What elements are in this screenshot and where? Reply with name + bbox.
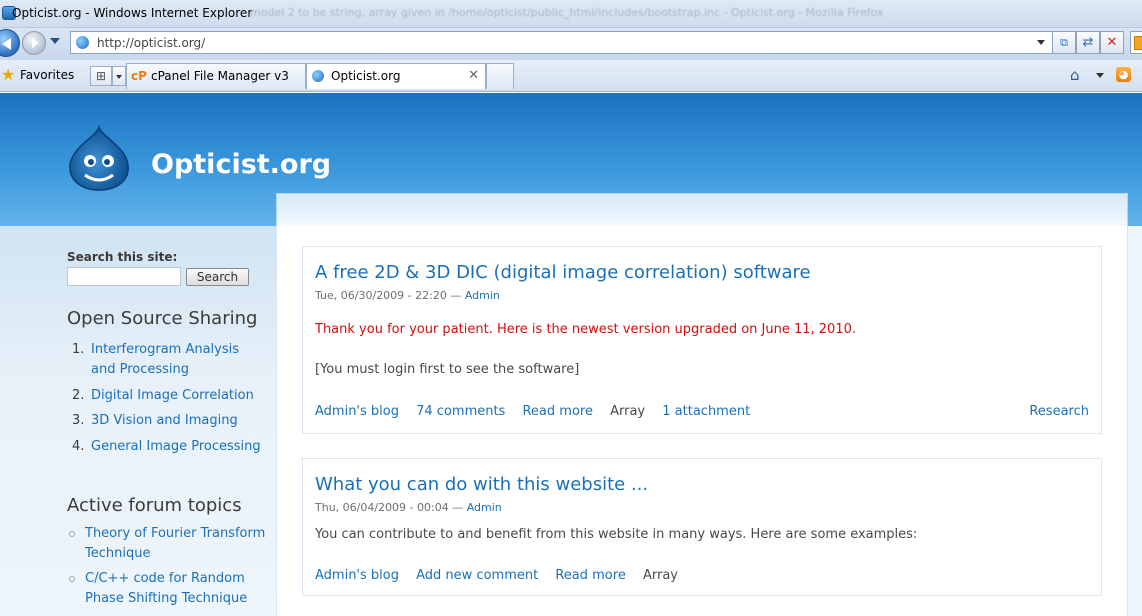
forum-link-phase-shifting[interactable]: C/C++ code for Random Phase Shifting Tec… xyxy=(85,569,267,609)
site-name[interactable]: Opticist.org xyxy=(151,149,331,180)
tab-cpanel[interactable]: cP cPanel File Manager v3 xyxy=(126,63,306,89)
address-url[interactable]: http://opticist.org/ xyxy=(97,36,205,50)
home-dropdown-icon[interactable] xyxy=(1096,73,1104,78)
blog-link[interactable]: Admin's blog xyxy=(315,404,399,419)
compatibility-view-button[interactable]: ⧉ xyxy=(1052,31,1076,54)
node-links: Admin's blog Add new comment Read more A… xyxy=(315,568,691,583)
list-number: 1. xyxy=(72,342,85,357)
node-meta: Thu, 06/04/2009 - 00:04 — Admin xyxy=(315,501,502,514)
sidebar-link-image-processing[interactable]: General Image Processing xyxy=(91,437,267,457)
favorites-label: Favorites xyxy=(20,68,75,82)
tab-list-button[interactable] xyxy=(112,66,126,86)
read-more-link[interactable]: Read more xyxy=(522,404,592,419)
sidebar-link-interferogram[interactable]: Interferogram Analysis and Processing xyxy=(91,340,267,380)
bullet-icon xyxy=(69,576,75,582)
node-date: Thu, 06/04/2009 - 00:04 — xyxy=(315,501,464,514)
node-links: Admin's blog 74 comments Read more Array… xyxy=(315,404,763,419)
content-header-strip xyxy=(276,193,1128,227)
node-title[interactable]: A free 2D & 3D DIC (digital image correl… xyxy=(315,262,811,283)
tab-label: Opticist.org xyxy=(331,69,401,83)
taxonomy-link[interactable]: Research xyxy=(1029,404,1089,419)
navigation-bar: http://opticist.org/ ⧉ ⇄ ✕ xyxy=(0,28,1142,60)
attachment-link[interactable]: 1 attachment xyxy=(662,404,750,419)
close-tab-icon[interactable]: ✕ xyxy=(468,64,479,88)
right-gutter xyxy=(1128,226,1142,616)
window-title: Opticist.org - Windows Internet Explorer xyxy=(12,6,253,20)
list-number: 2. xyxy=(72,388,85,403)
search-input[interactable] xyxy=(67,267,181,286)
comments-link[interactable]: 74 comments xyxy=(416,404,505,419)
node-body: [You must login first to see the softwar… xyxy=(315,362,580,377)
search-provider-icon xyxy=(1134,36,1142,50)
read-more-link[interactable]: Read more xyxy=(555,568,625,583)
search-box[interactable] xyxy=(1130,31,1142,54)
add-comment-link[interactable]: Add new comment xyxy=(416,568,538,583)
node-body-highlight: Thank you for your patient. Here is the … xyxy=(315,322,857,337)
page-globe-icon xyxy=(76,36,89,49)
open-source-sharing-title: Open Source Sharing xyxy=(67,308,258,329)
array-text: Array xyxy=(642,568,678,583)
background-window-title: model 2 to be string, array given in /ho… xyxy=(250,6,884,19)
node-title[interactable]: What you can do with this website ... xyxy=(315,474,648,495)
back-button[interactable] xyxy=(0,29,20,57)
globe-icon xyxy=(312,70,324,82)
favorites-button[interactable]: ★ Favorites xyxy=(0,66,74,86)
node-body: You can contribute to and benefit from t… xyxy=(315,527,918,542)
web-page: Opticist.org Search this site: Search Op… xyxy=(0,93,1142,616)
star-icon: ★ xyxy=(1,65,16,84)
forum-link-fourier[interactable]: Theory of Fourier Transform Technique xyxy=(85,524,267,564)
blog-link[interactable]: Admin's blog xyxy=(315,568,399,583)
window-titlebar: Opticist.org - Windows Internet Explorer… xyxy=(0,0,1142,28)
sidebar-link-dic[interactable]: Digital Image Correlation xyxy=(91,386,267,406)
search-label: Search this site: xyxy=(67,250,178,264)
tabs-bar: ★ Favorites ⊞ cP cPanel File Manager v3 … xyxy=(0,60,1142,92)
article-node: What you can do with this website ... Th… xyxy=(302,458,1102,596)
active-forum-topics-title: Active forum topics xyxy=(67,495,242,516)
array-text: Array xyxy=(610,404,646,419)
address-dropdown-icon[interactable] xyxy=(1037,40,1045,45)
node-author[interactable]: Admin xyxy=(467,501,502,514)
tab-opticist[interactable]: Opticist.org ✕ xyxy=(306,63,486,89)
search-button[interactable]: Search xyxy=(186,268,249,286)
tab-label: cPanel File Manager v3 xyxy=(151,69,289,83)
bullet-icon xyxy=(69,531,75,537)
address-bar[interactable]: http://opticist.org/ xyxy=(70,31,1054,54)
forward-button[interactable] xyxy=(22,31,46,55)
node-meta: Tue, 06/30/2009 - 22:20 — Admin xyxy=(315,289,500,302)
recent-pages-dropdown[interactable] xyxy=(50,38,60,44)
list-number: 4. xyxy=(72,439,85,454)
node-author[interactable]: Admin xyxy=(465,289,500,302)
node-date: Tue, 06/30/2009 - 22:20 — xyxy=(315,289,462,302)
list-number: 3. xyxy=(72,413,85,428)
article-node: A free 2D & 3D DIC (digital image correl… xyxy=(302,246,1102,434)
sidebar-link-3d-vision[interactable]: 3D Vision and Imaging xyxy=(91,411,267,431)
refresh-button[interactable]: ⇄ xyxy=(1076,31,1100,54)
rss-feed-icon[interactable]: ◕ xyxy=(1116,67,1131,82)
cpanel-icon: cP xyxy=(131,69,147,83)
new-tab-button[interactable] xyxy=(486,63,514,89)
stop-button[interactable]: ✕ xyxy=(1100,31,1124,54)
quick-tabs-button[interactable]: ⊞ xyxy=(90,66,112,86)
drupal-logo-icon[interactable] xyxy=(68,125,130,191)
home-icon[interactable]: ⌂ xyxy=(1070,67,1080,83)
